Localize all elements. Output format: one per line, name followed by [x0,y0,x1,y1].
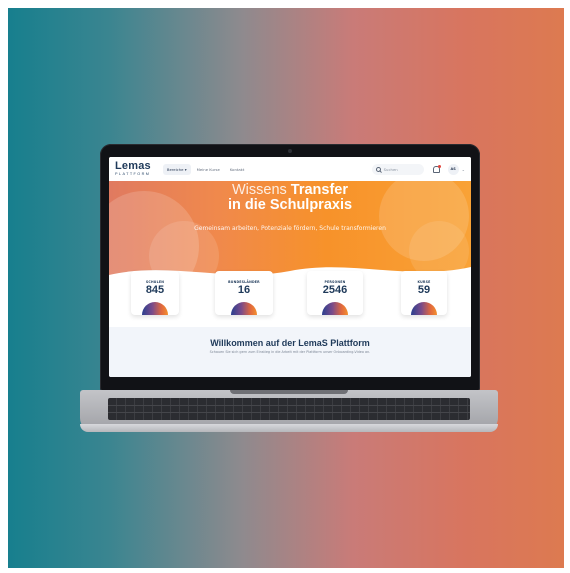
hero-title-line2: in die Schulpraxis [227,197,353,214]
laptop-screen: Lemas PLATTFORM Bereiche ▾ Meine Kurse K… [109,157,471,377]
search-icon [375,166,381,172]
stat-decor [231,302,257,315]
logo-subtext: PLATTFORM [115,172,151,177]
search-input[interactable]: Suchen [371,163,424,175]
webcam [288,149,292,153]
stat-value: 2546 [322,284,348,296]
user-avatar[interactable]: AS [447,163,459,175]
welcome-subtitle: Schauen Sie sich gern zum Einstieg in di… [209,350,371,354]
app-header: Lemas PLATTFORM Bereiche ▾ Meine Kurse K… [109,157,471,182]
nav-item-kontakt[interactable]: Kontakt [226,164,249,175]
nav-item-bereiche[interactable]: Bereiche ▾ [162,163,191,175]
notification-dot [437,164,441,168]
stat-value: 16 [237,284,251,296]
hero-title-light: Wissens [231,182,287,198]
welcome-title: Willkommen auf der LemaS Plattform [210,338,370,348]
hero-title: Wissens Transfer in die Schulpraxis [109,182,471,214]
laptop-hinge [230,390,348,394]
main-nav: Bereiche ▾ Meine Kurse Kontakt [162,163,249,175]
chevron-down-icon[interactable]: ⌄ [462,167,465,172]
keyboard [108,398,470,420]
notification-bell[interactable] [432,164,441,174]
stat-card-personen: PERSONEN 2546 [307,271,363,315]
stats-row: SCHULEN 845 BUNDESLÄNDER 16 PERSONEN 254… [109,271,471,321]
laptop-base [80,390,498,432]
stat-card-schulen: SCHULEN 845 [131,271,179,315]
stat-card-bundeslaender: BUNDESLÄNDER 16 [215,271,273,315]
header-actions: Suchen AS ⌄ [371,163,465,175]
stat-decor [411,302,437,315]
laptop-base-front [80,424,498,432]
stat-value: 59 [417,284,431,296]
logo-text: Lemas [115,160,151,173]
hero-subtitle: Gemeinsam arbeiten, Potenziale fördern, … [194,225,386,232]
logo[interactable]: Lemas PLATTFORM [115,161,151,177]
stat-value: 845 [145,284,165,296]
stat-card-kurse: KURSE 59 [401,271,447,315]
search-placeholder: Suchen [383,166,398,172]
nav-item-meine-kurse[interactable]: Meine Kurse [193,164,224,175]
stat-decor [142,302,168,315]
welcome-section: Willkommen auf der LemaS Plattform Schau… [109,327,471,377]
stat-decor [322,302,348,315]
laptop-lid: Lemas PLATTFORM Bereiche ▾ Meine Kurse K… [100,144,480,392]
hero-title-bold: Transfer [290,182,349,198]
